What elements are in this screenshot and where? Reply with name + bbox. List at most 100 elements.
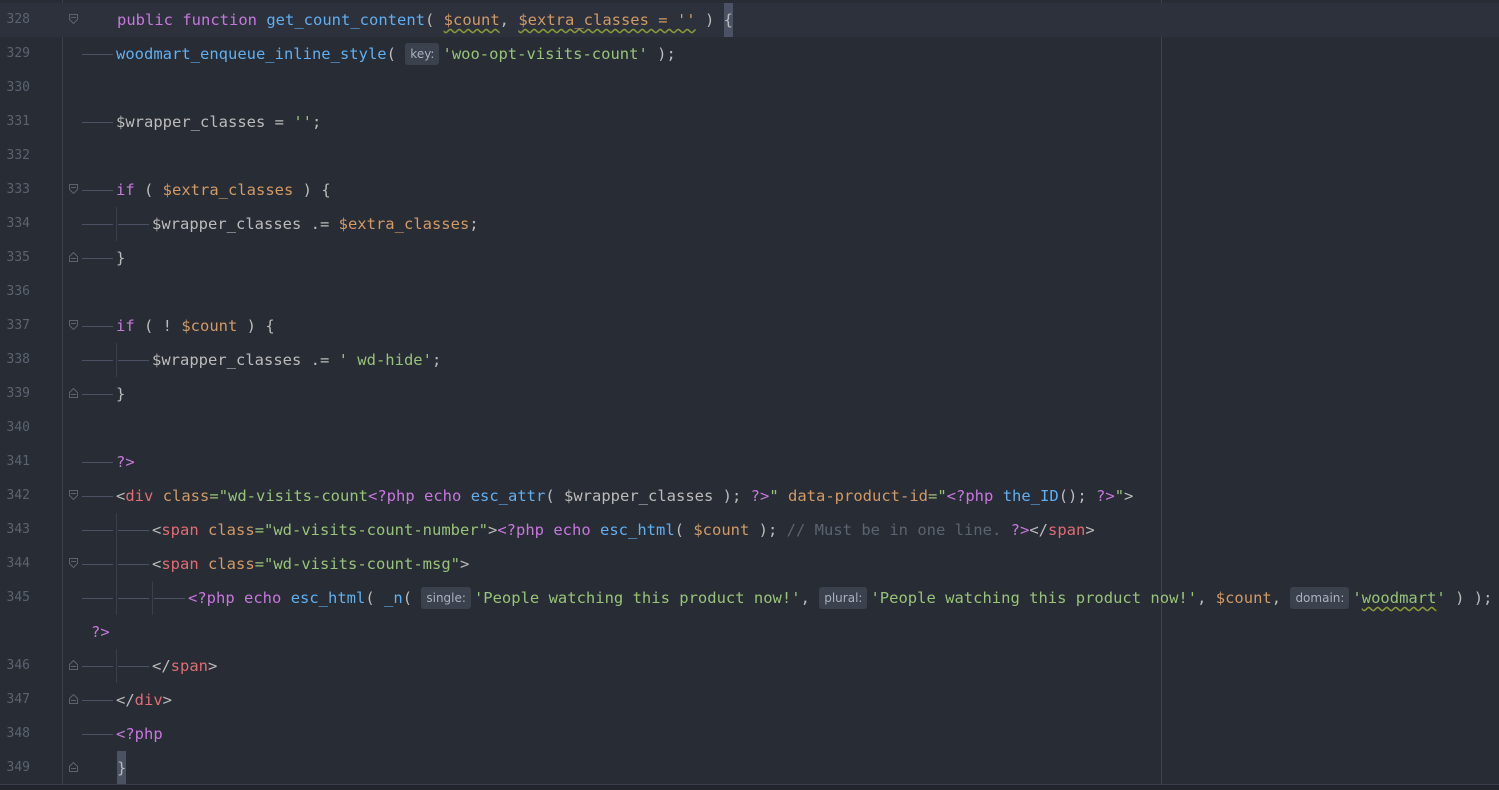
code-line[interactable]: 344 <span class="wd-visits-count-msg">	[0, 547, 1499, 581]
code-token: $wrapper_classes .=	[152, 351, 339, 369]
fold-end-icon[interactable]	[69, 762, 78, 772]
fold-end-icon[interactable]	[69, 694, 78, 704]
indent-guides	[80, 173, 116, 207]
code-text: </span>	[80, 649, 217, 683]
code-token: ) {	[237, 317, 275, 335]
code-line[interactable]: 333 if ( $extra_classes ) {	[0, 173, 1499, 207]
fold-end-icon[interactable]	[69, 388, 78, 398]
line-number: 329	[6, 46, 30, 61]
code-token: (	[424, 11, 444, 29]
code-line[interactable]: 337 if ( ! $count ) {	[0, 309, 1499, 343]
code-line[interactable]: 346 </span>	[0, 649, 1499, 683]
code-token: ;	[311, 113, 322, 131]
code-text: }	[80, 377, 125, 411]
code-token: $wrapper_classes .=	[152, 215, 339, 233]
code-line[interactable]: 345 <?php echo esc_html( _n( single: 'Peop…	[0, 581, 1499, 615]
code-text: ?>	[80, 445, 135, 479]
code-line[interactable]: 328 public function get_count_content( $c…	[0, 3, 1499, 37]
fold-collapse-icon[interactable]	[69, 320, 78, 330]
code-text: woodmart_enqueue_inline_style( key:'woo-…	[80, 37, 676, 71]
line-number: 338	[6, 352, 30, 367]
indent-guides	[80, 649, 152, 683]
code-line[interactable]: 340	[0, 411, 1499, 445]
code-text: <span class="wd-visits-count-number"><?p…	[80, 513, 1095, 547]
code-token: <?php	[116, 725, 163, 743]
code-token: span	[161, 521, 199, 539]
code-line[interactable]: 331 $wrapper_classes = '';	[0, 105, 1499, 139]
code-token: <	[152, 555, 162, 573]
fold-end-icon[interactable]	[69, 252, 78, 262]
fold-end-icon[interactable]	[69, 660, 78, 670]
code-token: ();	[1058, 487, 1097, 505]
code-line[interactable]: 339}	[0, 377, 1499, 411]
code-token: </	[116, 691, 135, 709]
code-line[interactable]: 348 <?php	[0, 717, 1499, 751]
code-line[interactable]: 334 $wrapper_classes .= $extra_classes;	[0, 207, 1499, 241]
code-text: $wrapper_classes = '';	[80, 105, 321, 139]
indent-guides	[80, 37, 116, 71]
code-token: _n	[384, 589, 403, 607]
line-number: 335	[6, 250, 30, 265]
code-token: // Must be in one line.	[786, 521, 1011, 539]
code-token: ?>	[116, 453, 135, 471]
code-line[interactable]: 341 ?>	[0, 445, 1499, 479]
horizontal-scrollbar[interactable]	[0, 784, 1499, 790]
code-line[interactable]: 329 woodmart_enqueue_inline_style( key:'w…	[0, 37, 1499, 71]
line-number: 344	[6, 556, 30, 571]
code-token: <	[116, 487, 126, 505]
indent-guides	[80, 377, 116, 411]
code-text: </div>	[80, 683, 172, 717]
code-token: ) );	[1445, 589, 1493, 607]
code-token: </	[152, 657, 171, 675]
code-line[interactable]: 347 </div>	[0, 683, 1499, 717]
code-token: if	[116, 317, 135, 335]
code-token: ( !	[134, 317, 182, 335]
line-number: 347	[6, 692, 30, 707]
code-editor[interactable]: 328 public function get_count_content( $c…	[0, 0, 1499, 790]
code-token: ;	[469, 215, 479, 233]
code-text: if ( $extra_classes ) {	[80, 173, 331, 207]
code-token: class	[162, 487, 210, 505]
fold-collapse-icon[interactable]	[69, 558, 78, 568]
code-token: (	[674, 521, 694, 539]
parameter-hint: key:	[405, 42, 440, 65]
code-token: span	[161, 555, 199, 573]
code-token: echo	[553, 521, 591, 539]
code-token: </	[1029, 521, 1048, 539]
fold-collapse-icon[interactable]	[69, 14, 78, 24]
code-token: esc_html	[290, 589, 366, 607]
code-text: }	[80, 241, 125, 275]
indent-guides	[80, 717, 116, 751]
code-text: $wrapper_classes .= ' wd-hide';	[80, 343, 441, 377]
code-token: ="wd-visits-count-number"	[254, 521, 488, 539]
line-number: 343	[6, 522, 30, 537]
code-line[interactable]: 335}	[0, 241, 1499, 275]
code-token: "	[769, 487, 779, 505]
code-line[interactable]: 332	[0, 139, 1499, 173]
code-token: (	[402, 589, 422, 607]
fold-collapse-icon[interactable]	[69, 184, 78, 194]
code-token: $count	[181, 317, 238, 335]
code-line[interactable]: 343 <span class="wd-visits-count-number">…	[0, 513, 1499, 547]
code-line[interactable]: 349}	[0, 751, 1499, 785]
indent-guides	[80, 683, 116, 717]
code-line[interactable]: 338 $wrapper_classes .= ' wd-hide';	[0, 343, 1499, 377]
code-token: }	[116, 249, 126, 267]
code-line[interactable]: 330	[0, 71, 1499, 105]
code-token: div	[125, 487, 154, 505]
parameter-hint: single:	[421, 586, 471, 609]
code-token: $extra_classes	[162, 181, 294, 199]
code-token: the_ID	[1002, 487, 1059, 505]
fold-collapse-icon[interactable]	[69, 490, 78, 500]
code-line[interactable]: ?>	[0, 615, 1499, 649]
code-line[interactable]: 336	[0, 275, 1499, 309]
code-line[interactable]: 342 <div class="wd-visits-count<?php echo…	[0, 479, 1499, 513]
